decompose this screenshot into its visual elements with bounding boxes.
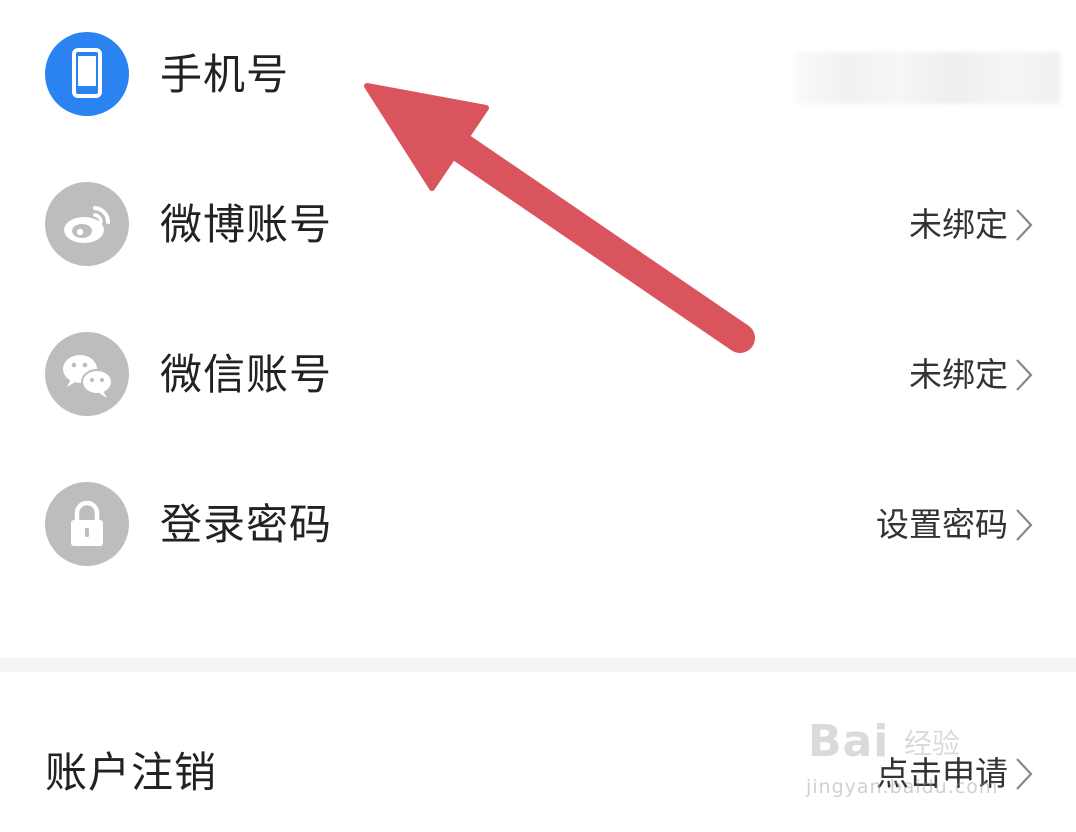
account-cancel-action: 点击申请 xyxy=(876,754,1008,793)
wechat-row[interactable]: 微信账号 未绑定 xyxy=(0,300,1076,450)
weibo-icon xyxy=(45,182,129,266)
account-security-page: 手机号 微博账号 未绑定 微信账号 未绑定 登录密码 设置密码 账户注销 点击申… xyxy=(0,0,1076,832)
section-divider xyxy=(0,658,1076,672)
phone-row[interactable]: 手机号 xyxy=(0,0,1076,150)
chevron-right-icon xyxy=(1016,359,1033,391)
wechat-status: 未绑定 xyxy=(909,355,1008,394)
login-password-row[interactable]: 登录密码 设置密码 xyxy=(0,450,1076,600)
wechat-label: 微信账号 xyxy=(160,350,333,399)
lock-icon xyxy=(45,482,129,566)
weibo-status: 未绑定 xyxy=(909,205,1008,244)
account-cancel-label: 账户注销 xyxy=(45,748,218,797)
password-label: 登录密码 xyxy=(160,500,333,549)
chevron-right-icon xyxy=(1016,209,1033,241)
phone-number-redacted xyxy=(794,52,1060,104)
weibo-row[interactable]: 微博账号 未绑定 xyxy=(0,150,1076,300)
phone-icon xyxy=(45,32,129,116)
chevron-right-icon xyxy=(1016,509,1033,541)
chevron-right-icon xyxy=(1016,758,1033,790)
wechat-icon xyxy=(45,332,129,416)
account-cancel-row[interactable]: 账户注销 点击申请 xyxy=(0,682,1076,832)
phone-label: 手机号 xyxy=(160,50,290,99)
password-status: 设置密码 xyxy=(876,505,1008,544)
weibo-label: 微博账号 xyxy=(160,200,333,249)
